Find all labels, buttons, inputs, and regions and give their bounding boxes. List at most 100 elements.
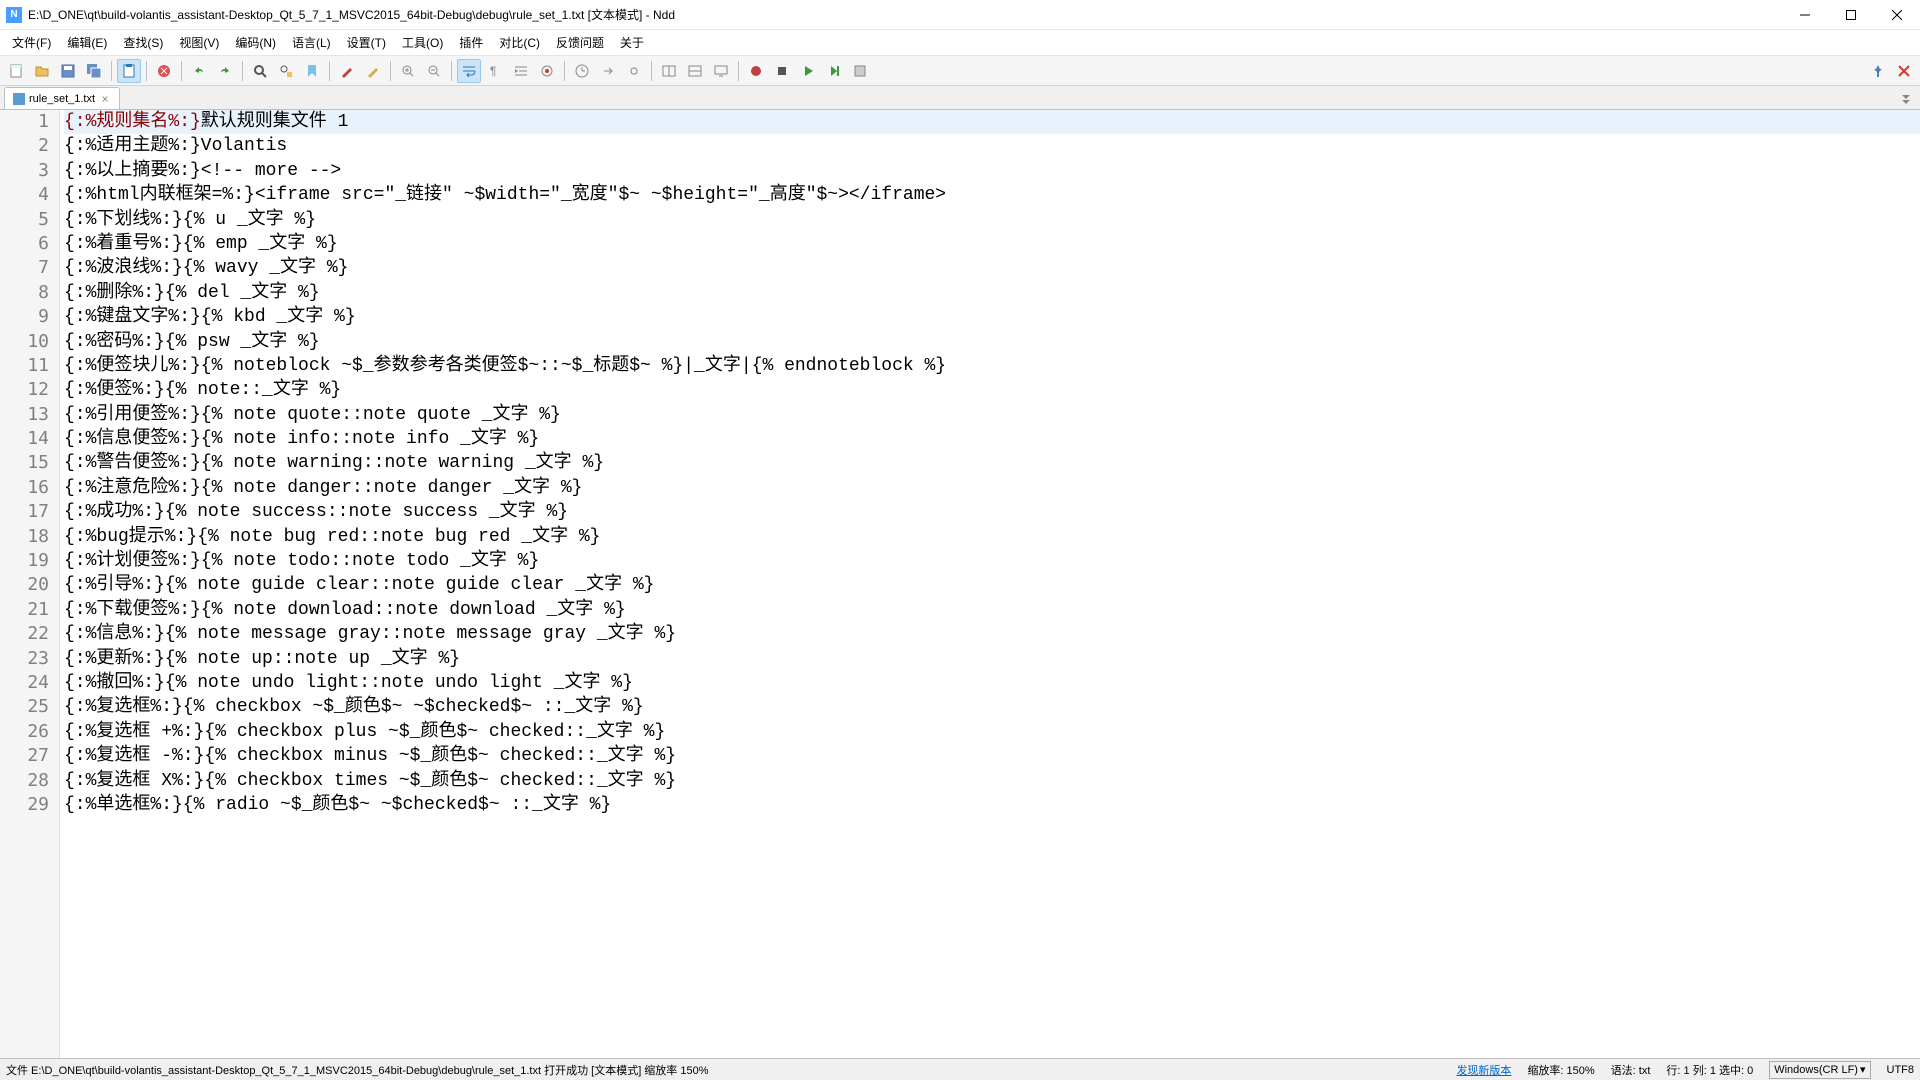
macro-save-icon[interactable] xyxy=(848,59,872,83)
encoding: UTF8 xyxy=(1887,1064,1915,1076)
tab-rule-set[interactable]: rule_set_1.txt × xyxy=(4,87,120,109)
code-line[interactable]: {:%以上摘要%:}<!-- more --> xyxy=(64,159,1920,183)
menu-compare[interactable]: 对比(C) xyxy=(491,31,548,54)
zoom-in-icon[interactable] xyxy=(396,59,420,83)
code-line[interactable]: {:%单选框%:}{% radio ~$_颜色$~ ~$checked$~ ::… xyxy=(64,793,1920,817)
maximize-button[interactable] xyxy=(1828,0,1874,29)
code-line[interactable]: {:%适用主题%:}Volantis xyxy=(64,134,1920,158)
menu-tools[interactable]: 工具(O) xyxy=(394,31,451,54)
update-link[interactable]: 发现新版本 xyxy=(1456,1062,1511,1078)
monitor-icon[interactable] xyxy=(709,59,733,83)
code-line[interactable]: {:%波浪线%:}{% wavy _文字 %} xyxy=(64,256,1920,280)
highlight-yellow-icon[interactable] xyxy=(361,59,385,83)
menu-edit[interactable]: 编辑(E) xyxy=(59,31,115,54)
macro-stop-icon[interactable] xyxy=(770,59,794,83)
code-line[interactable]: {:%键盘文字%:}{% kbd _文字 %} xyxy=(64,305,1920,329)
menu-plugins[interactable]: 插件 xyxy=(451,31,491,54)
tab-label: rule_set_1.txt xyxy=(29,93,95,105)
menu-feedback[interactable]: 反馈问题 xyxy=(548,31,612,54)
editor: 1234567891011121314151617181920212223242… xyxy=(0,110,1920,1058)
zoom-level: 缩放率: 150% xyxy=(1527,1062,1594,1078)
code-line[interactable]: {:%撤回%:}{% note undo light::note undo li… xyxy=(64,671,1920,695)
menu-encoding[interactable]: 编码(N) xyxy=(227,31,284,54)
link-icon[interactable] xyxy=(622,59,646,83)
find-icon[interactable] xyxy=(248,59,272,83)
save-icon[interactable] xyxy=(56,59,80,83)
code-line[interactable]: {:%警告便签%:}{% note warning::note warning … xyxy=(64,451,1920,475)
code-line[interactable]: {:%bug提示%:}{% note bug red::note bug red… xyxy=(64,525,1920,549)
open-file-icon[interactable] xyxy=(30,59,54,83)
minimize-button[interactable] xyxy=(1782,0,1828,29)
status-message: 文件 E:\D_ONE\qt\build-volantis_assistant-… xyxy=(6,1062,1440,1078)
arrow-right-icon[interactable] xyxy=(596,59,620,83)
menu-bar: 文件(F) 编辑(E) 查找(S) 视图(V) 编码(N) 语言(L) 设置(T… xyxy=(0,30,1920,56)
clipboard-icon[interactable] xyxy=(117,59,141,83)
chevron-down-icon: ▾ xyxy=(1860,1063,1866,1076)
code-line[interactable]: {:%信息%:}{% note message gray::note messa… xyxy=(64,622,1920,646)
collapse-icon[interactable] xyxy=(1896,89,1916,109)
show-symbols-icon[interactable]: ¶ xyxy=(483,59,507,83)
code-line[interactable]: {:%复选框 X%:}{% checkbox times ~$_颜色$~ che… xyxy=(64,769,1920,793)
menu-about[interactable]: 关于 xyxy=(612,31,652,54)
code-area[interactable]: {:%规则集名%:}默认规则集文件 1{:%适用主题%:}Volantis{:%… xyxy=(60,110,1920,1058)
clock-icon[interactable] xyxy=(570,59,594,83)
code-line[interactable]: {:%引用便签%:}{% note quote::note quote _文字 … xyxy=(64,403,1920,427)
menu-settings[interactable]: 设置(T) xyxy=(339,31,394,54)
tab-bar: rule_set_1.txt × xyxy=(0,86,1920,110)
code-line[interactable]: {:%着重号%:}{% emp _文字 %} xyxy=(64,232,1920,256)
code-line[interactable]: {:%复选框 +%:}{% checkbox plus ~$_颜色$~ chec… xyxy=(64,720,1920,744)
code-line[interactable]: {:%信息便签%:}{% note info::note info _文字 %} xyxy=(64,427,1920,451)
code-line[interactable]: {:%复选框%:}{% checkbox ~$_颜色$~ ~$checked$~… xyxy=(64,695,1920,719)
close-tab-icon[interactable] xyxy=(152,59,176,83)
menu-file[interactable]: 文件(F) xyxy=(4,31,59,54)
code-line[interactable]: {:%便签块儿%:}{% noteblock ~$_参数参考各类便签$~::~$… xyxy=(64,354,1920,378)
menu-view[interactable]: 视图(V) xyxy=(171,31,227,54)
indent-icon[interactable] xyxy=(509,59,533,83)
menu-language[interactable]: 语言(L) xyxy=(284,31,339,54)
save-all-icon[interactable] xyxy=(82,59,106,83)
bookmark-icon[interactable] xyxy=(300,59,324,83)
syntax-language: 语法: txt xyxy=(1611,1062,1651,1078)
split-v-icon[interactable] xyxy=(683,59,707,83)
code-line[interactable]: {:%复选框 -%:}{% checkbox minus ~$_颜色$~ che… xyxy=(64,744,1920,768)
close-button[interactable] xyxy=(1874,0,1920,29)
word-wrap-icon[interactable] xyxy=(457,59,481,83)
line-number-gutter: 1234567891011121314151617181920212223242… xyxy=(0,110,60,1058)
code-line[interactable]: {:%计划便签%:}{% note todo::note todo _文字 %} xyxy=(64,549,1920,573)
app-icon: N xyxy=(6,7,22,23)
undo-icon[interactable] xyxy=(187,59,211,83)
svg-text:¶: ¶ xyxy=(490,64,496,78)
code-line[interactable]: {:%删除%:}{% del _文字 %} xyxy=(64,281,1920,305)
pin-icon[interactable] xyxy=(1866,59,1890,83)
title-bar: N E:\D_ONE\qt\build-volantis_assistant-D… xyxy=(0,0,1920,30)
macro-repeat-icon[interactable] xyxy=(822,59,846,83)
toolbar: ¶ xyxy=(0,56,1920,86)
code-line[interactable]: {:%注意危险%:}{% note danger::note danger _文… xyxy=(64,476,1920,500)
code-line[interactable]: {:%下载便签%:}{% note download::note downloa… xyxy=(64,598,1920,622)
zoom-out-icon[interactable] xyxy=(422,59,446,83)
status-bar: 文件 E:\D_ONE\qt\build-volantis_assistant-… xyxy=(0,1058,1920,1080)
new-file-icon[interactable] xyxy=(4,59,28,83)
code-line[interactable]: {:%引导%:}{% note guide clear::note guide … xyxy=(64,573,1920,597)
code-line[interactable]: {:%密码%:}{% psw _文字 %} xyxy=(64,330,1920,354)
file-icon xyxy=(13,93,25,105)
code-line[interactable]: {:%html内联框架=%:}<iframe src="_链接" ~$width… xyxy=(64,183,1920,207)
eol-selector[interactable]: Windows(CR LF)▾ xyxy=(1769,1061,1870,1079)
code-line[interactable]: {:%更新%:}{% note up::note up _文字 %} xyxy=(64,647,1920,671)
window-title: E:\D_ONE\qt\build-volantis_assistant-Des… xyxy=(28,6,1782,23)
split-h-icon[interactable] xyxy=(657,59,681,83)
cursor-position: 行: 1 列: 1 选中: 0 xyxy=(1666,1062,1753,1078)
macro-play-icon[interactable] xyxy=(796,59,820,83)
code-line[interactable]: {:%规则集名%:}默认规则集文件 1 xyxy=(64,110,1920,134)
code-line[interactable]: {:%成功%:}{% note success::note success _文… xyxy=(64,500,1920,524)
macro-record-icon[interactable] xyxy=(744,59,768,83)
redo-icon[interactable] xyxy=(213,59,237,83)
menu-search[interactable]: 查找(S) xyxy=(115,31,171,54)
replace-icon[interactable] xyxy=(274,59,298,83)
code-line[interactable]: {:%下划线%:}{% u _文字 %} xyxy=(64,208,1920,232)
record-icon[interactable] xyxy=(535,59,559,83)
code-line[interactable]: {:%便签%:}{% note::_文字 %} xyxy=(64,378,1920,402)
highlight-red-icon[interactable] xyxy=(335,59,359,83)
tab-close-icon[interactable]: × xyxy=(99,93,111,105)
close-all-icon[interactable] xyxy=(1892,59,1916,83)
